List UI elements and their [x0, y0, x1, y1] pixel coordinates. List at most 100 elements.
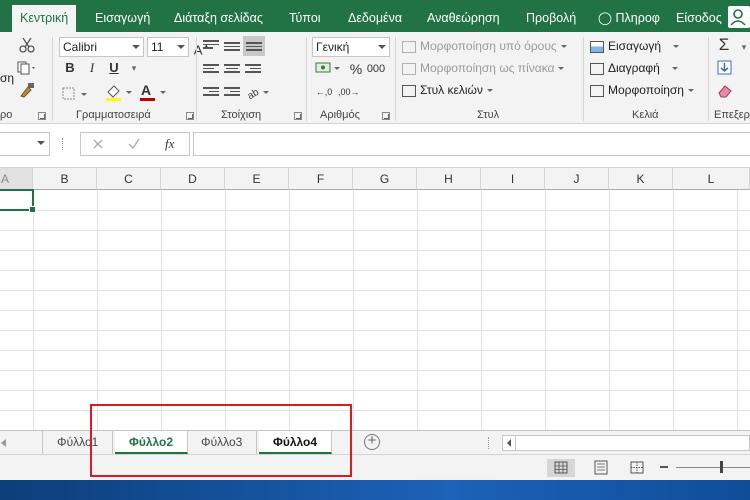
align-right-icon[interactable] [245, 64, 261, 76]
borders-icon[interactable] [61, 86, 91, 102]
underline-button[interactable]: U [104, 58, 124, 78]
sign-in-link[interactable]: Είσοδος [676, 0, 722, 32]
underline-dropdown[interactable]: ▾ [124, 58, 144, 78]
column-header-j[interactable]: J [545, 168, 609, 190]
tell-me-label: Πληροφ [615, 11, 660, 25]
grid-line [0, 250, 750, 251]
scroll-left-arrow-icon[interactable] [507, 439, 511, 447]
align-center-icon[interactable] [224, 64, 240, 76]
decrease-indent-icon[interactable] [203, 87, 219, 99]
number-dialog-launcher[interactable] [382, 112, 390, 120]
insert-cells-button[interactable]: Εισαγωγή [590, 37, 680, 55]
autosum-icon[interactable]: Σ [714, 35, 734, 55]
tab-insert[interactable]: Εισαγωγή [95, 0, 150, 32]
page-layout-view-button[interactable] [587, 459, 615, 477]
column-header-e[interactable]: E [225, 168, 289, 190]
normal-view-button[interactable] [547, 459, 575, 477]
fill-color-icon[interactable] [104, 82, 134, 102]
table-icon [402, 62, 416, 75]
font-size-select[interactable]: 11 [147, 37, 189, 57]
column-header-b[interactable]: B [33, 168, 97, 190]
cell-styles-icon [402, 84, 416, 97]
active-cell[interactable] [0, 189, 36, 213]
font-name-select[interactable]: Calibri [59, 37, 144, 57]
conditional-formatting-button[interactable]: Μορφοποίηση υπό όρους [402, 37, 567, 55]
comma-style-button[interactable]: 000 [366, 59, 386, 79]
page-break-view-button[interactable] [623, 459, 651, 477]
svg-text:ab: ab [246, 87, 262, 101]
tab-page-layout[interactable]: Διάταξη σελίδας [174, 0, 263, 32]
column-header-i[interactable]: I [481, 168, 545, 190]
share-button[interactable] [728, 6, 750, 28]
cell-styles-button[interactable]: Στυλ κελιών [402, 81, 493, 99]
copy-icon[interactable] [16, 61, 38, 75]
autosum-dropdown[interactable]: ▾ [734, 37, 750, 57]
scroll-left-icon[interactable] [0, 438, 8, 448]
column-header-d[interactable]: D [161, 168, 225, 190]
horizontal-scrollbar[interactable] [502, 435, 750, 451]
tab-review[interactable]: Αναθεώρηση [427, 0, 500, 32]
clipboard-dialog-launcher[interactable] [38, 112, 46, 120]
clear-eraser-icon[interactable] [716, 83, 734, 99]
align-left-icon[interactable] [203, 64, 219, 76]
align-top-icon[interactable] [203, 40, 219, 52]
resize-handle[interactable] [62, 138, 64, 150]
cells-group-label: Κελιά [632, 109, 659, 121]
tab-splitter[interactable] [488, 437, 490, 449]
tab-data[interactable]: Δεδομένα [348, 0, 402, 32]
align-bottom-button[interactable] [243, 36, 265, 56]
font-color-icon[interactable]: A [138, 82, 170, 102]
grid-line [0, 310, 750, 311]
number-format-select[interactable]: Γενική [312, 37, 390, 57]
tab-view[interactable]: Προβολή [526, 0, 576, 32]
divider [196, 37, 197, 121]
zoom-slider-thumb[interactable] [720, 461, 723, 473]
accounting-format-icon[interactable] [314, 60, 342, 78]
tab-formulas[interactable]: Τύποι [289, 0, 321, 32]
formula-input[interactable] [193, 132, 750, 156]
paste-label-partial[interactable]: ση [0, 69, 14, 87]
tell-me-box[interactable]: ◯ Πληροφ [598, 0, 660, 32]
divider [395, 37, 396, 121]
increase-indent-icon[interactable] [224, 87, 240, 99]
zoom-out-icon[interactable] [660, 466, 668, 468]
ribbon-tab-bar: Κεντρική Εισαγωγή Διάταξη σελίδας Τύποι … [0, 0, 750, 32]
cut-icon[interactable] [18, 37, 36, 53]
increase-decimal-button[interactable]: ←,0 [314, 82, 334, 102]
percent-style-button[interactable]: % [346, 59, 366, 79]
zoom-slider-track[interactable] [676, 467, 750, 468]
insert-function-button[interactable]: fx [165, 136, 174, 152]
fill-down-icon[interactable] [716, 60, 734, 76]
decrease-decimal-button[interactable]: ,00→ [338, 82, 360, 102]
divider [515, 436, 516, 450]
worksheet-grid[interactable]: A B C D E F G H I J K L [0, 168, 750, 430]
add-sheet-button[interactable]: + [364, 432, 380, 450]
plus-icon: + [367, 432, 377, 449]
divider [708, 37, 709, 121]
tab-home[interactable]: Κεντρική [12, 5, 77, 32]
name-box[interactable] [0, 132, 50, 156]
orientation-icon[interactable]: ab [245, 83, 271, 101]
delete-cells-button[interactable]: Διαγραφή [590, 59, 678, 77]
enter-check-icon[interactable] [127, 137, 141, 151]
highlight-box [90, 404, 352, 477]
font-dialog-launcher[interactable] [186, 112, 194, 120]
format-as-table-button[interactable]: Μορφοποίηση ως πίνακα [402, 59, 565, 77]
format-cells-button[interactable]: Μορφοποίηση [590, 81, 694, 99]
column-header-h[interactable]: H [417, 168, 481, 190]
column-header-g[interactable]: G [353, 168, 417, 190]
alignment-dialog-launcher[interactable] [294, 112, 302, 120]
desktop-taskbar [0, 480, 750, 500]
italic-button[interactable]: I [82, 58, 102, 78]
cancel-icon[interactable] [91, 137, 105, 151]
conditional-formatting-icon [402, 40, 416, 53]
divider [583, 37, 584, 121]
align-middle-icon[interactable] [224, 42, 240, 54]
format-painter-icon[interactable] [18, 82, 36, 98]
font-group-label: Γραμματοσειρά [76, 109, 151, 121]
column-header-c[interactable]: C [97, 168, 161, 190]
column-header-f[interactable]: F [289, 168, 353, 190]
column-header-l[interactable]: L [673, 168, 750, 190]
bold-button[interactable]: B [60, 58, 80, 78]
column-header-k[interactable]: K [609, 168, 673, 190]
